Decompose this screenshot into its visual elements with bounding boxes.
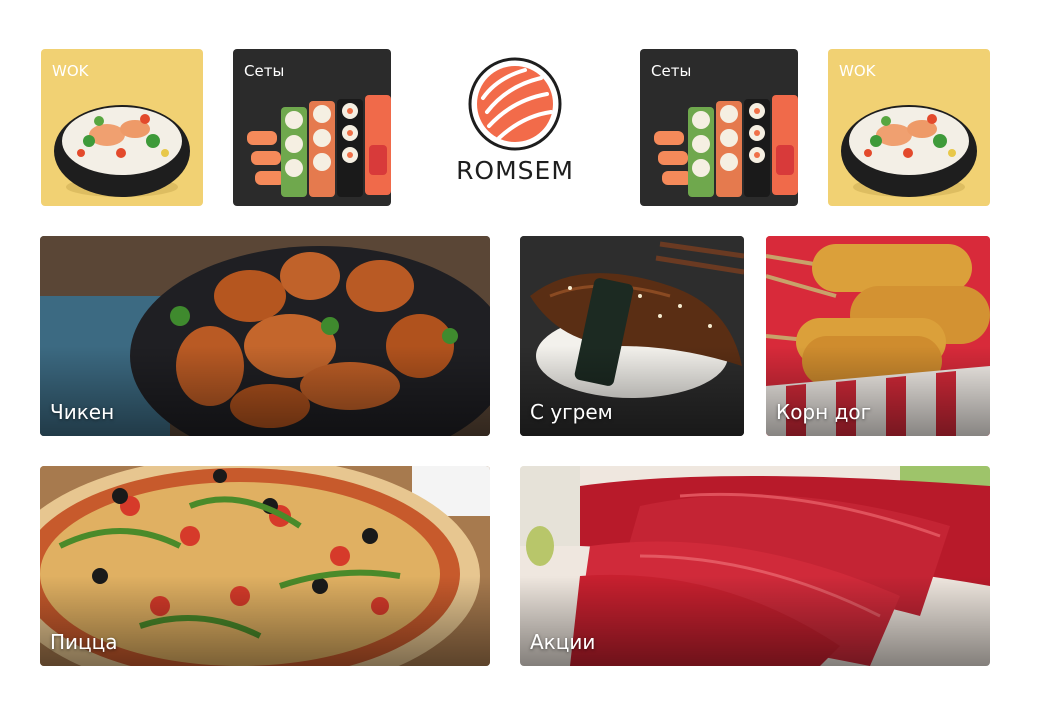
category-tile-pizza[interactable]: Пицца xyxy=(40,466,490,666)
tile-label: Акции xyxy=(530,630,596,654)
brand-logo[interactable]: ROMSEM xyxy=(440,56,590,196)
category-tile-corndog[interactable]: Корн дог xyxy=(766,236,990,436)
tile-label: WOK xyxy=(839,62,876,80)
category-tile-sets[interactable]: Сеты xyxy=(233,49,391,206)
tile-label: WOK xyxy=(52,62,89,80)
category-tile-promotions[interactable]: Акции xyxy=(520,466,990,666)
tile-label: Сеты xyxy=(651,62,692,80)
salmon-roll-icon xyxy=(468,57,562,151)
category-tile-eel[interactable]: С угрем xyxy=(520,236,744,436)
tile-label: С угрем xyxy=(530,400,613,424)
brand-name: ROMSEM xyxy=(456,156,574,185)
tile-label: Пицца xyxy=(50,630,118,654)
category-tile-chicken[interactable]: Чикен xyxy=(40,236,490,436)
category-tile-sets[interactable]: Сеты xyxy=(640,49,798,206)
tile-label: Чикен xyxy=(50,400,115,424)
category-tile-wok[interactable]: WOK xyxy=(41,49,203,206)
category-tile-wok[interactable]: WOK xyxy=(828,49,990,206)
tile-label: Сеты xyxy=(244,62,285,80)
tile-label: Корн дог xyxy=(776,400,872,424)
